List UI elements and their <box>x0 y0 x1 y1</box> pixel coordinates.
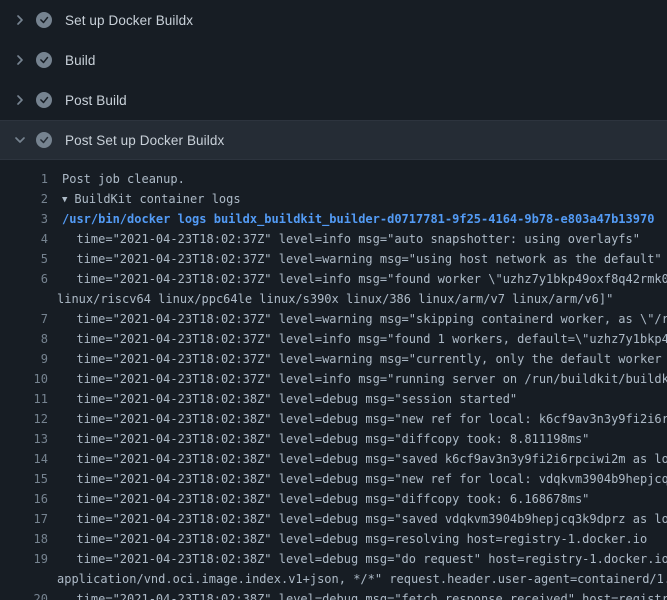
line-number[interactable]: 5 <box>0 249 48 269</box>
log-line: 5 time="2021-04-23T18:02:37Z" level=warn… <box>0 249 667 269</box>
line-number[interactable]: 1 <box>0 169 48 189</box>
log-line: 1Post job cleanup. <box>0 169 667 189</box>
log-text: time="2021-04-23T18:02:37Z" level=warnin… <box>48 349 667 369</box>
line-number[interactable]: 2 <box>0 189 48 209</box>
log-line: 15 time="2021-04-23T18:02:38Z" level=deb… <box>0 469 667 489</box>
log-text: Post job cleanup. <box>48 169 185 189</box>
step-header-build[interactable]: Build <box>0 40 667 80</box>
log-text: time="2021-04-23T18:02:38Z" level=debug … <box>48 549 667 569</box>
log-text: time="2021-04-23T18:02:38Z" level=debug … <box>48 469 667 489</box>
log-line: 19 time="2021-04-23T18:02:38Z" level=deb… <box>0 549 667 569</box>
log-text: time="2021-04-23T18:02:38Z" level=debug … <box>48 449 667 469</box>
line-number[interactable]: 3 <box>0 209 48 229</box>
log-text: time="2021-04-23T18:02:38Z" level=debug … <box>48 589 667 600</box>
log-text: time="2021-04-23T18:02:37Z" level=info m… <box>48 269 667 289</box>
step-header-post-set-up-docker-buildx[interactable]: Post Set up Docker Buildx <box>0 120 667 160</box>
check-circle-icon <box>36 132 52 148</box>
step-label: Post Build <box>65 93 127 108</box>
line-number[interactable]: 19 <box>0 549 48 569</box>
group-toggle-icon[interactable]: ▼ <box>62 190 67 209</box>
line-number[interactable]: 11 <box>0 389 48 409</box>
log-text: ▼BuildKit container logs <box>48 189 241 209</box>
line-number[interactable]: 17 <box>0 509 48 529</box>
step-label: Post Set up Docker Buildx <box>65 133 224 148</box>
log-text: linux/riscv64 linux/ppc64le linux/s390x … <box>48 289 613 309</box>
step-header-set-up-docker-buildx[interactable]: Set up Docker Buildx <box>0 0 667 40</box>
log-line: linux/riscv64 linux/ppc64le linux/s390x … <box>0 289 667 309</box>
check-circle-icon <box>36 92 52 108</box>
check-circle-icon <box>36 52 52 68</box>
log-text: time="2021-04-23T18:02:37Z" level=warnin… <box>48 249 662 269</box>
line-number[interactable]: 4 <box>0 229 48 249</box>
log-text: time="2021-04-23T18:02:38Z" level=debug … <box>48 489 589 509</box>
line-number[interactable]: 14 <box>0 449 48 469</box>
line-number[interactable]: 7 <box>0 309 48 329</box>
step-header-post-build[interactable]: Post Build <box>0 80 667 120</box>
line-number[interactable]: 15 <box>0 469 48 489</box>
log-text: time="2021-04-23T18:02:37Z" level=info m… <box>48 229 640 249</box>
log-text: time="2021-04-23T18:02:38Z" level=debug … <box>48 509 667 529</box>
log-text: time="2021-04-23T18:02:38Z" level=debug … <box>48 529 647 549</box>
line-number[interactable]: 18 <box>0 529 48 549</box>
chevron-right-icon <box>12 52 28 68</box>
log-line: 8 time="2021-04-23T18:02:37Z" level=info… <box>0 329 667 349</box>
log-line: 14 time="2021-04-23T18:02:38Z" level=deb… <box>0 449 667 469</box>
check-circle-icon <box>36 12 52 28</box>
log-line: 10 time="2021-04-23T18:02:37Z" level=inf… <box>0 369 667 389</box>
log-text: time="2021-04-23T18:02:38Z" level=debug … <box>48 409 667 429</box>
log-text: time="2021-04-23T18:02:38Z" level=debug … <box>48 429 589 449</box>
log-line: 3/usr/bin/docker logs buildx_buildkit_bu… <box>0 209 667 229</box>
log-line: 2▼BuildKit container logs <box>0 189 667 209</box>
log-line: 11 time="2021-04-23T18:02:38Z" level=deb… <box>0 389 667 409</box>
line-number[interactable]: 13 <box>0 429 48 449</box>
log-text: time="2021-04-23T18:02:38Z" level=debug … <box>48 389 517 409</box>
line-number[interactable]: 9 <box>0 349 48 369</box>
line-number <box>0 289 48 309</box>
chevron-right-icon <box>12 12 28 28</box>
log-line: 16 time="2021-04-23T18:02:38Z" level=deb… <box>0 489 667 509</box>
log-body: 1Post job cleanup.2▼BuildKit container l… <box>0 160 667 600</box>
log-line: 17 time="2021-04-23T18:02:38Z" level=deb… <box>0 509 667 529</box>
log-line: 7 time="2021-04-23T18:02:37Z" level=warn… <box>0 309 667 329</box>
line-number[interactable]: 10 <box>0 369 48 389</box>
line-number[interactable]: 20 <box>0 589 48 600</box>
log-command-text: /usr/bin/docker logs buildx_buildkit_bui… <box>48 209 654 229</box>
line-number[interactable]: 8 <box>0 329 48 349</box>
step-label: Set up Docker Buildx <box>65 13 193 28</box>
log-text: time="2021-04-23T18:02:37Z" level=info m… <box>48 329 667 349</box>
step-label: Build <box>65 53 96 68</box>
chevron-down-icon <box>12 132 28 148</box>
log-text: application/vnd.oci.image.index.v1+json,… <box>48 569 667 589</box>
chevron-right-icon <box>12 92 28 108</box>
log-line: 6 time="2021-04-23T18:02:37Z" level=info… <box>0 269 667 289</box>
line-number[interactable]: 16 <box>0 489 48 509</box>
workflow-log-viewer: Set up Docker Buildx Build Post Build Po… <box>0 0 667 600</box>
log-line: 9 time="2021-04-23T18:02:37Z" level=warn… <box>0 349 667 369</box>
log-text: time="2021-04-23T18:02:37Z" level=info m… <box>48 369 667 389</box>
line-number[interactable]: 6 <box>0 269 48 289</box>
line-number <box>0 569 48 589</box>
log-line: 18 time="2021-04-23T18:02:38Z" level=deb… <box>0 529 667 549</box>
line-number[interactable]: 12 <box>0 409 48 429</box>
log-line: application/vnd.oci.image.index.v1+json,… <box>0 569 667 589</box>
log-line: 12 time="2021-04-23T18:02:38Z" level=deb… <box>0 409 667 429</box>
log-line: 4 time="2021-04-23T18:02:37Z" level=info… <box>0 229 667 249</box>
log-text: time="2021-04-23T18:02:37Z" level=warnin… <box>48 309 667 329</box>
log-line: 13 time="2021-04-23T18:02:38Z" level=deb… <box>0 429 667 449</box>
log-line: 20 time="2021-04-23T18:02:38Z" level=deb… <box>0 589 667 600</box>
